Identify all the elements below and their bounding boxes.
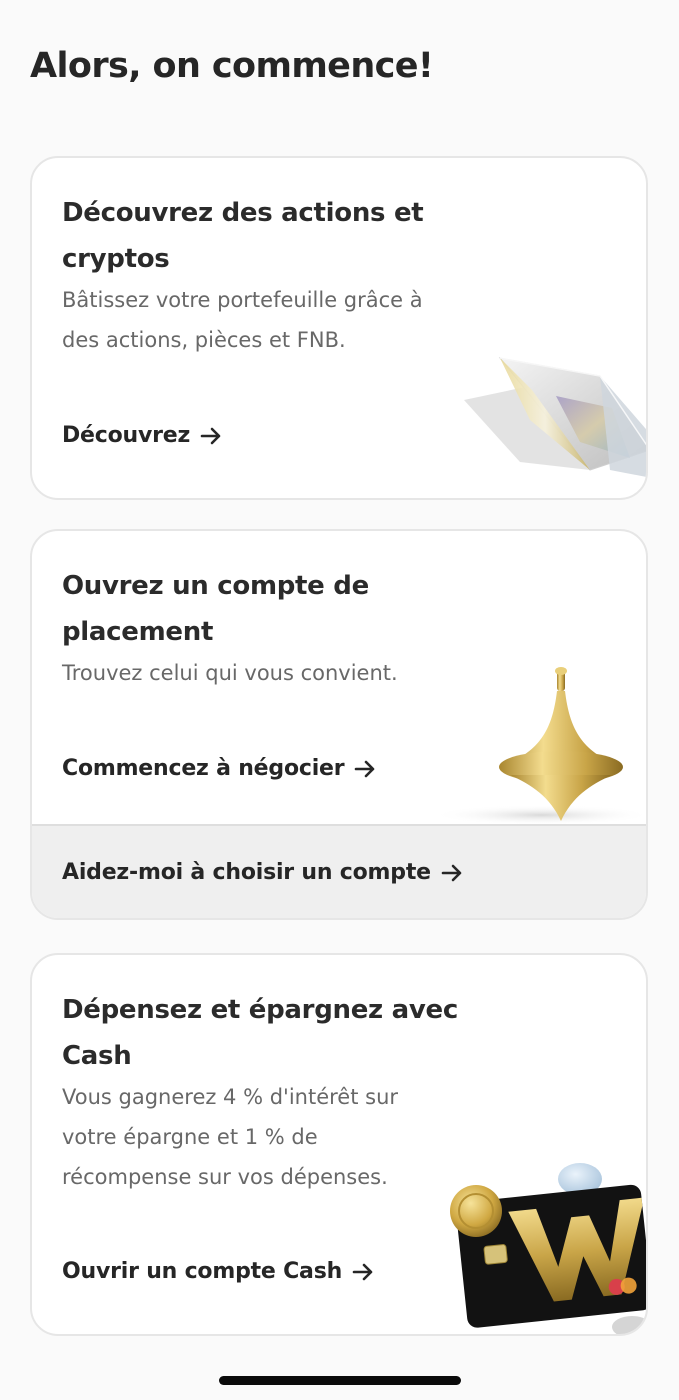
card-title: Découvrez des actions et cryptos [62,198,424,274]
black-card-coins-illustration [450,1163,646,1334]
help-choose-account-button[interactable]: Aidez-moi à choisir un compte [62,860,463,885]
card-description: Trouvez celui qui vous convient. [62,661,398,685]
card-discover-stocks-crypto[interactable]: Découvrez des actions et cryptos Bâtisse… [30,156,648,500]
crystal-prism-illustration [464,357,646,477]
card-title: Dépensez et épargnez avec Cash [62,995,458,1071]
arrow-right-icon [200,427,221,444]
discover-button-label: Découvrez [62,423,191,448]
card-description: Bâtissez votre portefeuille grâce à des … [62,288,423,352]
open-cash-account-button[interactable]: Ouvrir un compte Cash [62,1259,374,1284]
card-open-investment-account[interactable]: Ouvrez un compte de placement Trouvez ce… [30,529,648,920]
arrow-right-icon [441,864,462,881]
arrow-right-icon [355,760,375,777]
open-cash-account-label: Ouvrir un compte Cash [62,1259,343,1284]
card-spend-save-cash[interactable]: Dépensez et épargnez avec Cash Vous gagn… [30,953,648,1336]
card-title: Ouvrez un compte de placement [62,571,369,647]
home-indicator[interactable] [219,1376,461,1385]
page-title: Alors, on commence! [30,46,434,86]
arrow-right-icon [352,1263,373,1280]
start-trading-button-label: Commencez à négocier [62,756,345,781]
gold-spinning-top-illustration [432,667,646,825]
help-choose-account-label: Aidez-moi à choisir un compte [62,860,431,885]
start-trading-button[interactable]: Commencez à négocier [62,756,376,781]
help-choose-account-band[interactable]: Aidez-moi à choisir un compte [32,824,646,918]
card-description: Vous gagnerez 4 % d'intérêt sur votre ép… [62,1085,399,1189]
discover-button[interactable]: Découvrez [62,423,222,448]
